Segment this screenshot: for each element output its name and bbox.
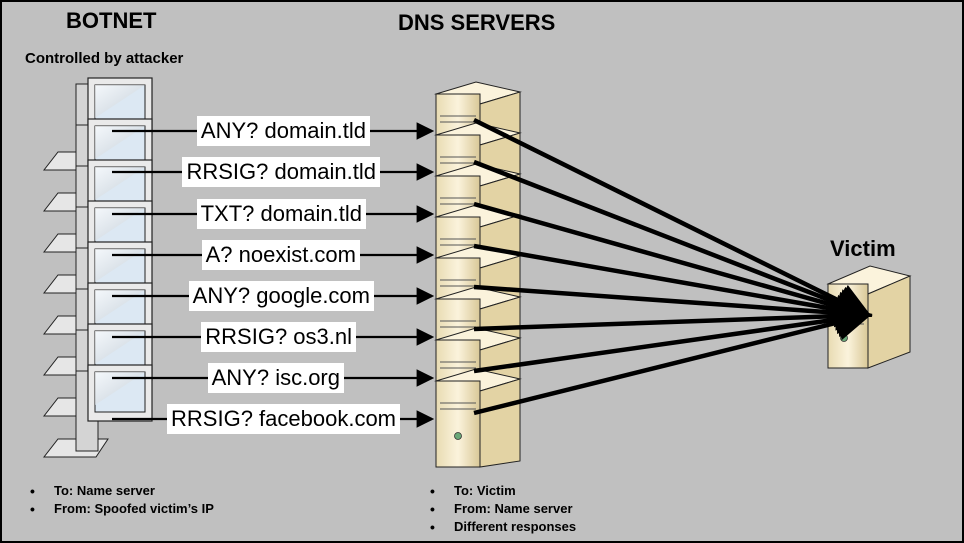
botnet-title: BOTNET: [66, 8, 157, 33]
botnet-subtitle: Controlled by attacker: [25, 50, 184, 67]
dns-note: Different responses: [430, 518, 576, 536]
response-arrow: [473, 117, 873, 318]
dns-note: From: Name server: [430, 500, 576, 518]
query-label: ANY? google.com: [188, 281, 374, 311]
diagram-canvas: BOTNET Controlled by attacker DNS SERVER…: [0, 0, 964, 543]
dns-servers-title: DNS SERVERS: [398, 10, 556, 35]
response-arrow: [473, 243, 873, 328]
query-label: RRSIG? facebook.com: [167, 404, 400, 434]
query-label: TXT? domain.tld: [196, 199, 366, 229]
query-label: A? noexist.com: [201, 240, 360, 270]
query-label: ANY? domain.tld: [196, 116, 370, 146]
response-arrow: [473, 201, 873, 324]
dns-server-front-icon: [454, 432, 462, 440]
botnet-note: From: Spoofed victim’s IP: [30, 500, 214, 518]
diagram-graphics: [42, 77, 912, 468]
botnet-note: To: Name server: [30, 482, 214, 500]
query-label: ANY? isc.org: [207, 363, 344, 393]
victim-title: Victim: [830, 236, 896, 261]
dns-notes: To: Victim From: Name server Different r…: [426, 482, 576, 536]
response-arrows: [473, 117, 873, 416]
botnet-computers: [42, 77, 153, 458]
dns-server-stack: [434, 81, 522, 468]
query-label: RRSIG? os3.nl: [201, 322, 356, 352]
dns-server-icon: [434, 368, 522, 468]
dns-note: To: Victim: [430, 482, 576, 500]
query-label: RRSIG? domain.tld: [182, 157, 380, 187]
botnet-notes: To: Name server From: Spoofed victim’s I…: [26, 482, 214, 518]
